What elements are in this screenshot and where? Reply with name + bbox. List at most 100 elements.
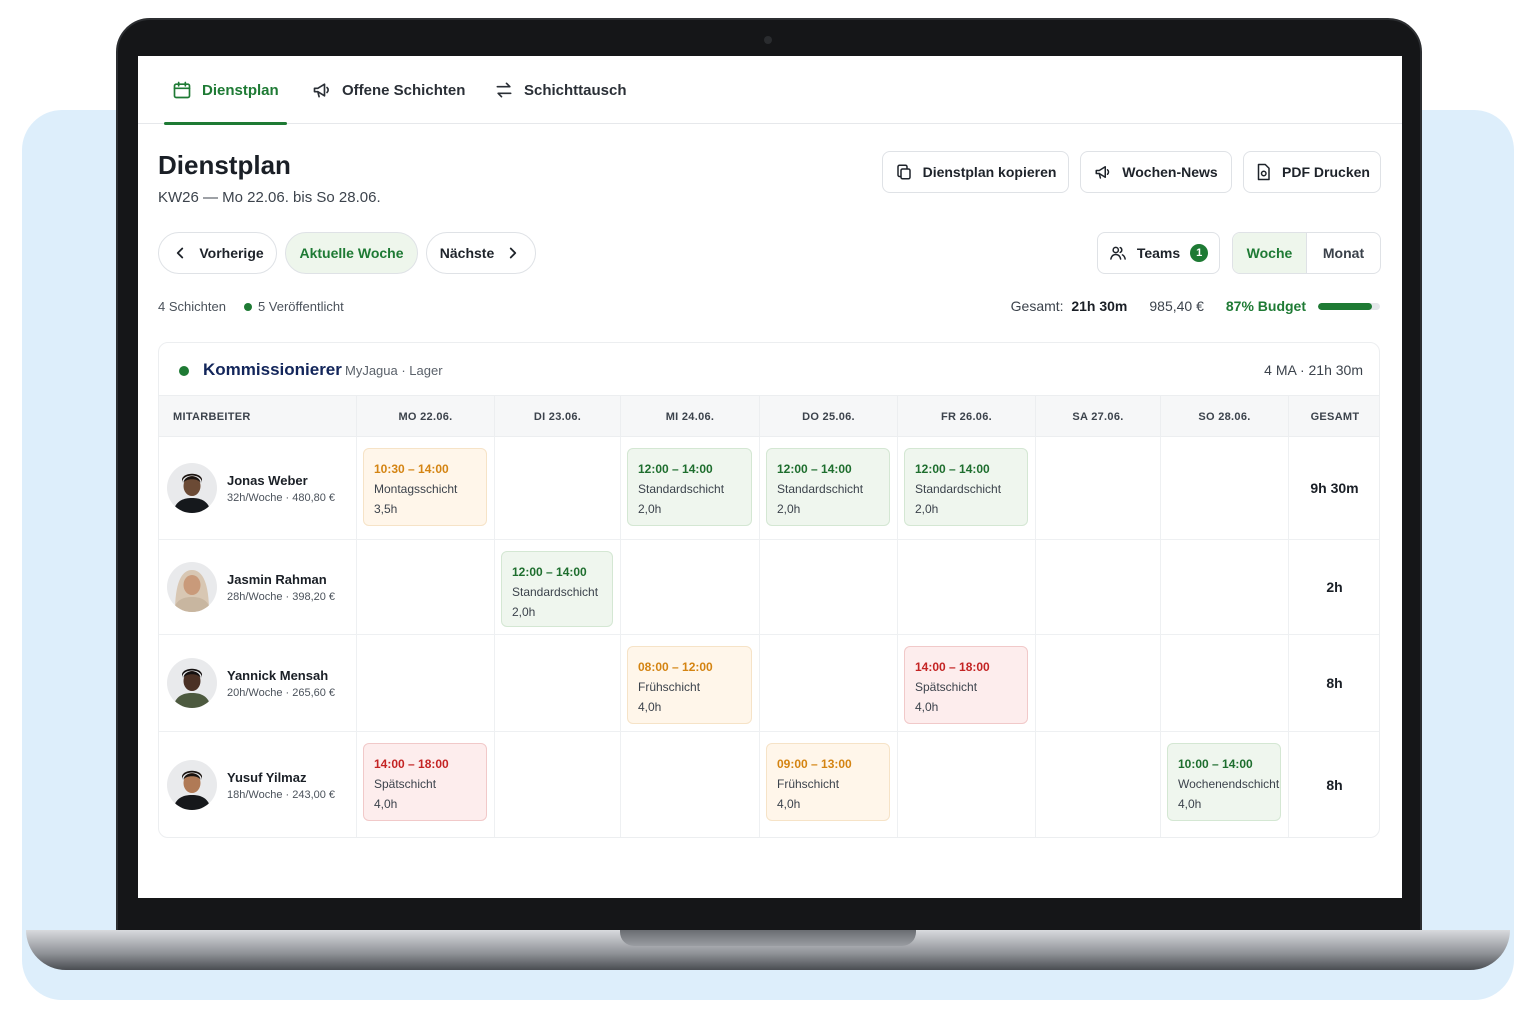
megaphone-icon xyxy=(1095,166,1110,179)
day-cell[interactable] xyxy=(1035,437,1160,539)
week-news-button[interactable]: Wochen-News xyxy=(1080,151,1232,193)
shift-hours: 4,0h xyxy=(374,797,398,811)
laptop-camera xyxy=(764,36,772,44)
budget-stats: Gesamt: 21h 30m 985,40 € 87% Budget xyxy=(1011,298,1380,314)
column-header-total: GESAMT xyxy=(1288,396,1379,438)
shift-card[interactable]: 09:00 – 13:00 Frühschicht 4,0h xyxy=(766,743,890,821)
copy-schedule-button[interactable]: Dienstplan kopieren xyxy=(882,151,1069,193)
avatar xyxy=(167,658,217,708)
schedule-stats: 4 Schichten 5 Veröffentlicht xyxy=(158,299,344,314)
pdf-print-label: PDF Drucken xyxy=(1282,164,1370,180)
employee-text: Yusuf Yilmaz 18h/Woche · 243,00 € xyxy=(227,770,335,801)
day-cell[interactable] xyxy=(897,540,1035,634)
employee-text: Jasmin Rahman 28h/Woche · 398,20 € xyxy=(227,572,335,603)
employee-name: Jasmin Rahman xyxy=(227,571,327,587)
day-cell[interactable] xyxy=(620,540,759,634)
day-cell[interactable] xyxy=(897,732,1035,837)
chevron-left-icon xyxy=(177,247,184,259)
day-cell[interactable] xyxy=(494,635,620,731)
team-name: Kommissionierer xyxy=(203,360,342,379)
day-cell[interactable] xyxy=(1160,635,1288,731)
budget-progress-bar xyxy=(1318,302,1380,310)
day-cell[interactable] xyxy=(620,732,759,837)
employee-row: Jonas Weber 32h/Woche · 480,80 € 10:30 – 1… xyxy=(159,437,1379,540)
employee-row: Jasmin Rahman 28h/Woche · 398,20 € 12:00 –… xyxy=(159,540,1379,635)
published-count: 5 Veröffentlicht xyxy=(257,299,344,314)
shift-hours: 2,0h xyxy=(777,502,801,516)
pdf-print-button[interactable]: PDF Drucken xyxy=(1243,151,1381,193)
shift-hours: 3,5h xyxy=(374,502,398,516)
employee-info[interactable]: Jonas Weber 32h/Woche · 480,80 € xyxy=(167,437,335,539)
team-header: Kommissionierer MyJagua · Lager 4 MA · 2… xyxy=(159,343,1379,395)
day-cell[interactable] xyxy=(494,732,620,837)
shift-time: 12:00 – 14:00 xyxy=(638,462,713,476)
megaphone-icon xyxy=(313,83,329,98)
view-month-option[interactable]: Monat xyxy=(1307,233,1380,273)
teams-count-badge: 1 xyxy=(1190,244,1209,262)
avatar xyxy=(167,760,217,810)
employee-name: Jonas Weber xyxy=(227,472,308,488)
day-cell[interactable] xyxy=(356,540,494,634)
day-cell[interactable] xyxy=(1035,732,1160,837)
current-week-button[interactable]: Aktuelle Woche xyxy=(285,232,418,274)
shift-card[interactable]: 12:00 – 14:00 Standardschicht 2,0h xyxy=(627,448,752,526)
shift-time: 12:00 – 14:00 xyxy=(777,462,852,476)
column-header-day: FR 26.06. xyxy=(897,396,1035,438)
budget-label: 87% Budget xyxy=(1225,298,1306,314)
employee-row: Yannick Mensah 20h/Woche · 265,60 € 08:00 … xyxy=(159,635,1379,732)
day-cell[interactable] xyxy=(1035,635,1160,731)
total-value: 21h 30m xyxy=(1071,298,1128,314)
tab-offene-schichten[interactable]: Offene Schichten xyxy=(312,56,465,124)
shift-hours: 4,0h xyxy=(915,700,939,714)
shift-card[interactable]: 12:00 – 14:00 Standardschicht 2,0h xyxy=(501,551,613,627)
day-cell[interactable] xyxy=(1160,437,1288,539)
budget-indicator: 87% Budget xyxy=(1226,298,1380,314)
view-week-option[interactable]: Woche xyxy=(1233,233,1307,273)
shift-time: 10:00 – 14:00 xyxy=(1178,757,1253,771)
shift-card[interactable]: 10:30 – 14:00 Montagsschicht 3,5h xyxy=(363,448,487,526)
shift-card[interactable]: 14:00 – 18:00 Spätschicht 4,0h xyxy=(904,646,1028,724)
users-icon xyxy=(1109,246,1126,260)
day-cell[interactable] xyxy=(1160,540,1288,634)
shift-time: 12:00 – 14:00 xyxy=(915,462,990,476)
total-hours: Gesamt: 21h 30m xyxy=(1011,298,1128,314)
tab-dienstplan[interactable]: Dienstplan xyxy=(164,56,287,125)
day-cell[interactable] xyxy=(1035,540,1160,634)
published-status: 5 Veröffentlicht xyxy=(243,299,344,314)
shift-card[interactable]: 10:00 – 14:00 Wochenendschicht 4,0h xyxy=(1167,743,1281,821)
previous-week-button[interactable]: Vorherige xyxy=(158,232,277,274)
shift-card[interactable]: 14:00 – 18:00 Spätschicht 4,0h xyxy=(363,743,487,821)
employee-name: Yusuf Yilmaz xyxy=(227,769,307,785)
employee-total-hours: 8h xyxy=(1326,675,1343,691)
shift-card[interactable]: 12:00 – 14:00 Standardschicht 2,0h xyxy=(766,448,890,526)
shift-card[interactable]: 12:00 – 14:00 Standardschicht 2,0h xyxy=(904,448,1028,526)
tab-label: Dienstplan xyxy=(202,81,279,99)
swap-icon xyxy=(496,82,512,98)
employee-info[interactable]: Yannick Mensah 20h/Woche · 265,60 € xyxy=(167,635,335,731)
next-week-button[interactable]: Nächste xyxy=(426,232,536,274)
shift-name: Montagsschicht xyxy=(374,482,458,496)
day-cell[interactable] xyxy=(759,635,897,731)
shift-name: Standardschicht xyxy=(512,585,599,599)
day-cell[interactable] xyxy=(759,540,897,634)
tab-label: Schichttausch xyxy=(524,81,627,99)
shift-hours: 4,0h xyxy=(777,797,801,811)
teams-filter-button[interactable]: Teams 1 xyxy=(1097,232,1220,274)
column-header-day: MO 22.06. xyxy=(356,396,494,438)
day-cell[interactable] xyxy=(356,635,494,731)
shift-time: 09:00 – 13:00 xyxy=(777,757,852,771)
view-toggle: Woche Monat xyxy=(1232,232,1381,274)
shift-name: Standardschicht xyxy=(915,482,1002,496)
employee-info[interactable]: Jasmin Rahman 28h/Woche · 398,20 € xyxy=(167,540,335,634)
page-title: Dienstplan xyxy=(158,150,291,180)
day-cell[interactable] xyxy=(494,437,620,539)
shift-card[interactable]: 08:00 – 12:00 Frühschicht 4,0h xyxy=(627,646,752,724)
employee-info[interactable]: Yusuf Yilmaz 18h/Woche · 243,00 € xyxy=(167,732,335,837)
shift-time: 10:30 – 14:00 xyxy=(374,462,449,476)
shift-hours: 4,0h xyxy=(1178,797,1202,811)
laptop-notch xyxy=(620,930,916,946)
shift-name: Spätschicht xyxy=(915,680,978,694)
tab-schichttausch[interactable]: Schichttausch xyxy=(494,56,627,124)
avatar xyxy=(167,463,217,513)
shift-count: 4 Schichten xyxy=(158,299,226,314)
